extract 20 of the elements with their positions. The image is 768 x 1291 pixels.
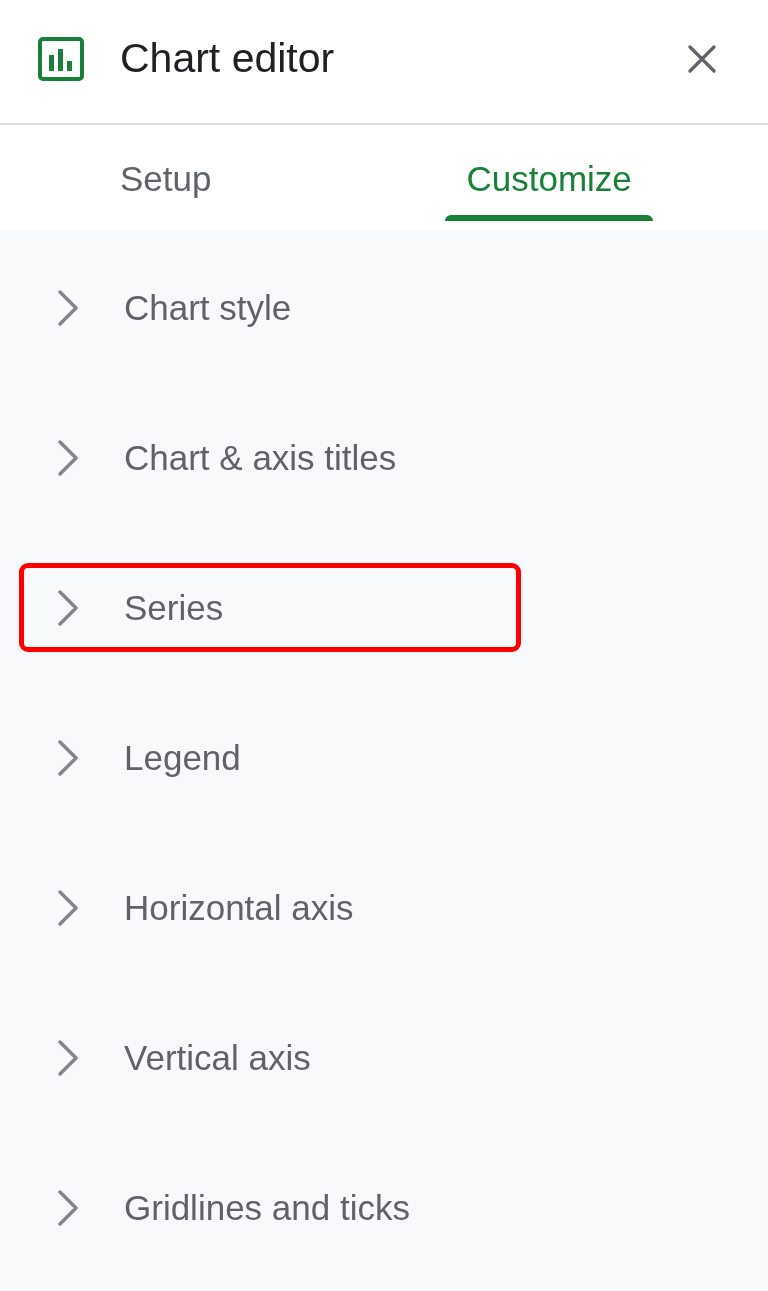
- bar-chart-icon: [38, 36, 84, 81]
- section-label: Horizontal axis: [124, 887, 354, 928]
- close-button[interactable]: [688, 44, 716, 73]
- section-label: Series: [124, 587, 224, 628]
- section-header[interactable]: Horizontal axis: [19, 863, 521, 952]
- section-header[interactable]: Chart style: [19, 263, 521, 352]
- section-label: Legend: [124, 737, 241, 778]
- section-label: Chart style: [124, 287, 292, 328]
- section-header[interactable]: Vertical axis: [19, 1013, 521, 1102]
- section-header[interactable]: Gridlines and ticks: [19, 1163, 521, 1252]
- section-header[interactable]: Chart & axis titles: [19, 413, 521, 502]
- section-header[interactable]: Legend: [19, 713, 521, 802]
- section-header[interactable]: Series: [19, 563, 521, 652]
- panel-title: Chart editor: [120, 35, 336, 82]
- tab[interactable]: Setup: [99, 159, 233, 221]
- section-label: Gridlines and ticks: [124, 1187, 410, 1228]
- section-label: Chart & axis titles: [124, 437, 397, 478]
- close-icon: [688, 44, 716, 73]
- section-label: Vertical axis: [124, 1037, 311, 1078]
- tab[interactable]: Customize: [445, 159, 653, 221]
